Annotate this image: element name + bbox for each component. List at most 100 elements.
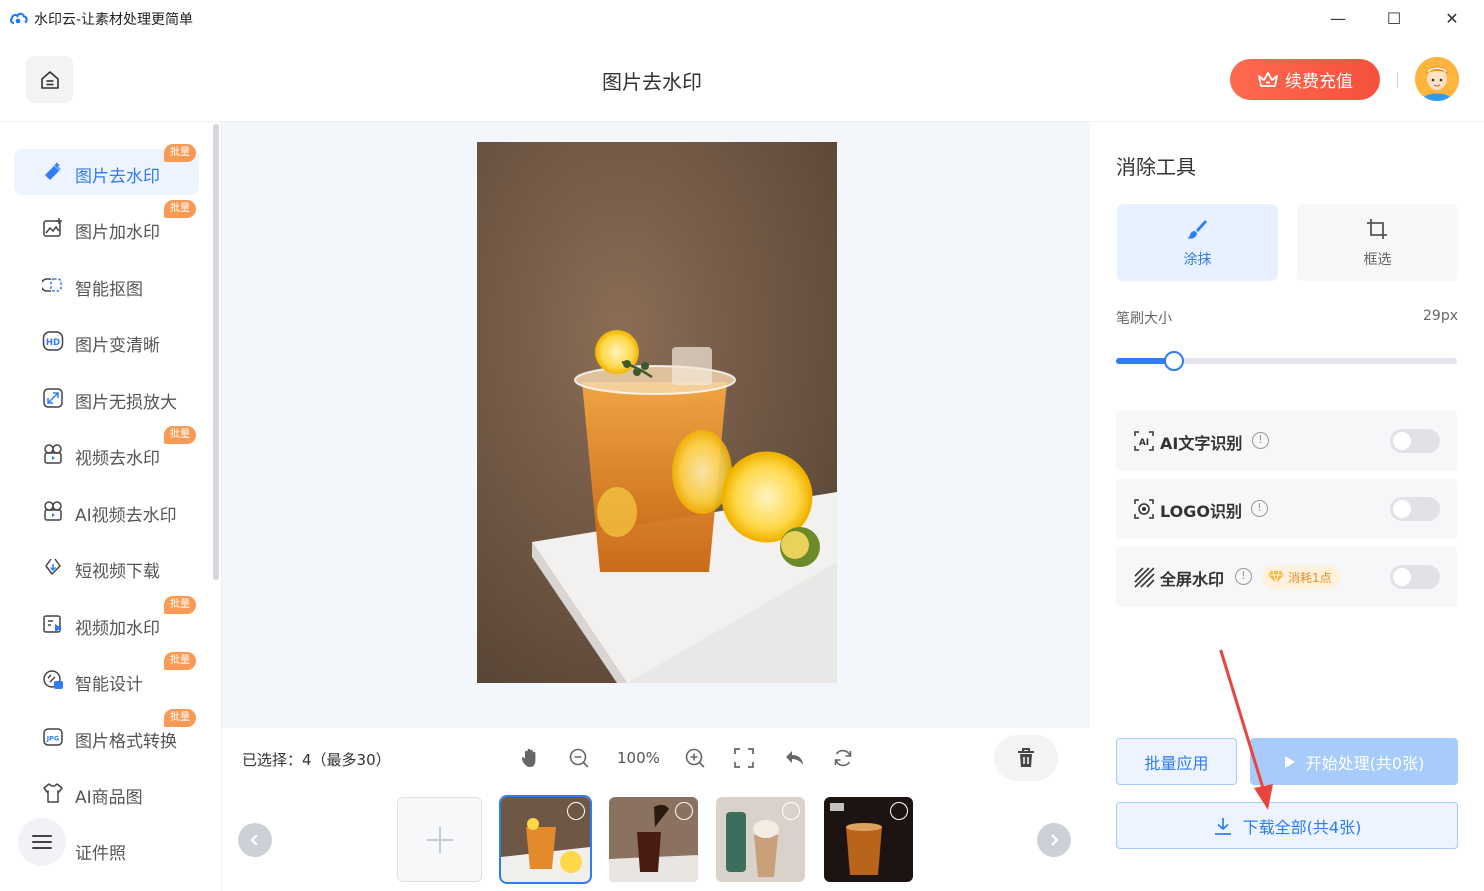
user-avatar-icon <box>1415 57 1459 101</box>
hand-icon <box>521 748 536 767</box>
sidebar-scrollbar[interactable] <box>213 124 219 580</box>
sidebar-item-image-remove-watermark[interactable]: 图片去水印 批量 <box>14 144 199 195</box>
sidebar-item-label: 图片无损放大 <box>75 393 177 413</box>
logo-recognition-toggle[interactable] <box>1390 497 1440 521</box>
selection-info: 已选择：4（最多30） <box>242 751 391 769</box>
box-select-mode-button[interactable]: 框选 <box>1297 204 1458 281</box>
svg-text:HD: HD <box>46 338 60 348</box>
sidebar-item-video-remove-watermark[interactable]: 视频去水印 批量 <box>14 426 199 477</box>
page-title: 图片去水印 <box>602 70 702 94</box>
image-canvas[interactable] <box>222 122 1090 728</box>
thumbnail-prev-button[interactable] <box>238 823 272 857</box>
sidebar-item-smart-design[interactable]: 智能设计 批量 <box>14 652 199 703</box>
panel-title: 消除工具 <box>1116 155 1196 179</box>
thumbnail-checkbox[interactable] <box>782 802 800 820</box>
reset-button[interactable] <box>831 746 855 770</box>
undo-icon <box>786 751 803 765</box>
batch-badge: 批量 <box>164 652 196 670</box>
shirt-icon <box>43 783 63 803</box>
zoom-in-icon <box>685 748 705 768</box>
diamond-icon <box>1268 570 1284 584</box>
zoom-out-icon <box>569 748 589 768</box>
close-button[interactable]: ✕ <box>1437 6 1467 30</box>
sidebar-item-lossless-enlarge[interactable]: 图片无损放大 <box>14 375 199 421</box>
logo-recognition-option: LOGO识别 ! <box>1116 479 1457 539</box>
zoom-level: 100% <box>617 749 660 767</box>
home-icon <box>40 70 59 89</box>
brush-size-slider[interactable] <box>1116 351 1457 371</box>
thumbnail-next-button[interactable] <box>1037 823 1071 857</box>
sidebar-item-label: 图片格式转换 <box>75 732 177 752</box>
thumbnail-1[interactable] <box>499 795 592 884</box>
slider-handle[interactable] <box>1163 351 1184 371</box>
brush-icon <box>1187 220 1207 239</box>
brush-mode-button[interactable]: 涂抹 <box>1117 204 1278 281</box>
sidebar-item-label: 图片变清晰 <box>75 336 160 356</box>
ai-text-icon: AI <box>1134 431 1154 451</box>
start-processing-button[interactable]: 开始处理(共0张) <box>1250 738 1458 785</box>
sidebar-item-image-enhance[interactable]: HD 图片变清晰 <box>14 318 199 364</box>
ai-video-icon <box>44 501 62 521</box>
logo-detect-icon <box>1134 499 1154 519</box>
thumbnail-checkbox[interactable] <box>675 802 693 820</box>
sidebar-item-label: 图片加水印 <box>75 223 160 243</box>
sidebar-item-label: AI视频去水印 <box>75 506 177 526</box>
chevron-right-icon <box>1051 834 1059 846</box>
recharge-button[interactable]: 续费充值 <box>1230 59 1380 100</box>
sidebar-item-ai-video-remove-watermark[interactable]: AI视频去水印 <box>14 488 199 534</box>
add-image-button[interactable] <box>397 797 482 882</box>
preview-image[interactable] <box>477 142 837 683</box>
thumbnail-checkbox[interactable] <box>567 802 585 820</box>
thumbnail-3[interactable] <box>716 797 805 882</box>
toggle-knob <box>1393 568 1411 586</box>
thumbnail-checkbox[interactable] <box>890 802 908 820</box>
home-button[interactable] <box>26 56 73 103</box>
link-download-icon <box>45 558 61 575</box>
sidebar-item-label: AI商品图 <box>75 788 143 808</box>
sidebar-collapse-button[interactable] <box>18 818 66 866</box>
zoom-in-button[interactable] <box>683 746 707 770</box>
enlarge-icon <box>43 388 63 408</box>
option-label: AI文字识别 <box>1160 434 1243 453</box>
zoom-out-button[interactable] <box>567 746 591 770</box>
header: 图片去水印 续费充值 <box>0 38 1484 122</box>
minimize-button[interactable]: — <box>1323 6 1353 30</box>
brush-size-value: 29px <box>1423 308 1458 324</box>
jpg-icon: JPG <box>43 728 63 746</box>
sidebar-item-label: 图片去水印 <box>75 167 160 187</box>
fullscreen-icon <box>734 748 754 768</box>
batch-badge: 批量 <box>164 709 196 727</box>
fit-screen-button[interactable] <box>732 746 756 770</box>
delete-button[interactable] <box>994 735 1058 781</box>
sidebar-item-image-add-watermark[interactable]: 图片加水印 批量 <box>14 200 199 251</box>
ai-text-recognition-toggle[interactable] <box>1390 429 1440 453</box>
pan-tool-button[interactable] <box>518 746 542 770</box>
header-divider <box>1397 72 1398 88</box>
cloud-logo-icon <box>10 12 28 24</box>
sidebar-item-format-convert[interactable]: JPG 图片格式转换 批量 <box>14 709 199 760</box>
download-all-label: 下载全部(共4张) <box>1242 817 1362 837</box>
thumbnail-2[interactable] <box>609 797 698 882</box>
fullscreen-watermark-option: 全屏水印 ! 消耗1点 <box>1116 547 1457 607</box>
batch-badge: 批量 <box>164 200 196 218</box>
info-icon[interactable]: ! <box>1235 568 1252 585</box>
sidebar-item-video-add-watermark[interactable]: 视频加水印 批量 <box>14 596 199 647</box>
download-all-button[interactable]: 下载全部(共4张) <box>1116 802 1458 849</box>
maximize-button[interactable]: ☐ <box>1379 6 1409 30</box>
info-icon[interactable]: ! <box>1251 500 1268 517</box>
ai-text-recognition-option: AI AI文字识别 ! <box>1116 411 1457 471</box>
info-icon[interactable]: ! <box>1252 432 1269 449</box>
sidebar-item-short-video-download[interactable]: 短视频下载 <box>14 544 199 590</box>
crown-icon <box>1258 71 1278 87</box>
fullscreen-watermark-toggle[interactable] <box>1390 565 1440 589</box>
refresh-icon <box>834 749 852 767</box>
avatar[interactable] <box>1415 57 1459 101</box>
sidebar-item-smart-cutout[interactable]: 智能抠图 <box>14 262 199 308</box>
image-add-icon <box>43 218 62 237</box>
sidebar-item-ai-product-image[interactable]: AI商品图 <box>14 770 199 816</box>
undo-button[interactable] <box>782 746 806 770</box>
sidebar-item-label: 智能抠图 <box>75 280 143 300</box>
thumbnail-4[interactable] <box>824 797 913 882</box>
batch-apply-button[interactable]: 批量应用 <box>1116 738 1237 785</box>
toggle-knob <box>1393 500 1411 518</box>
